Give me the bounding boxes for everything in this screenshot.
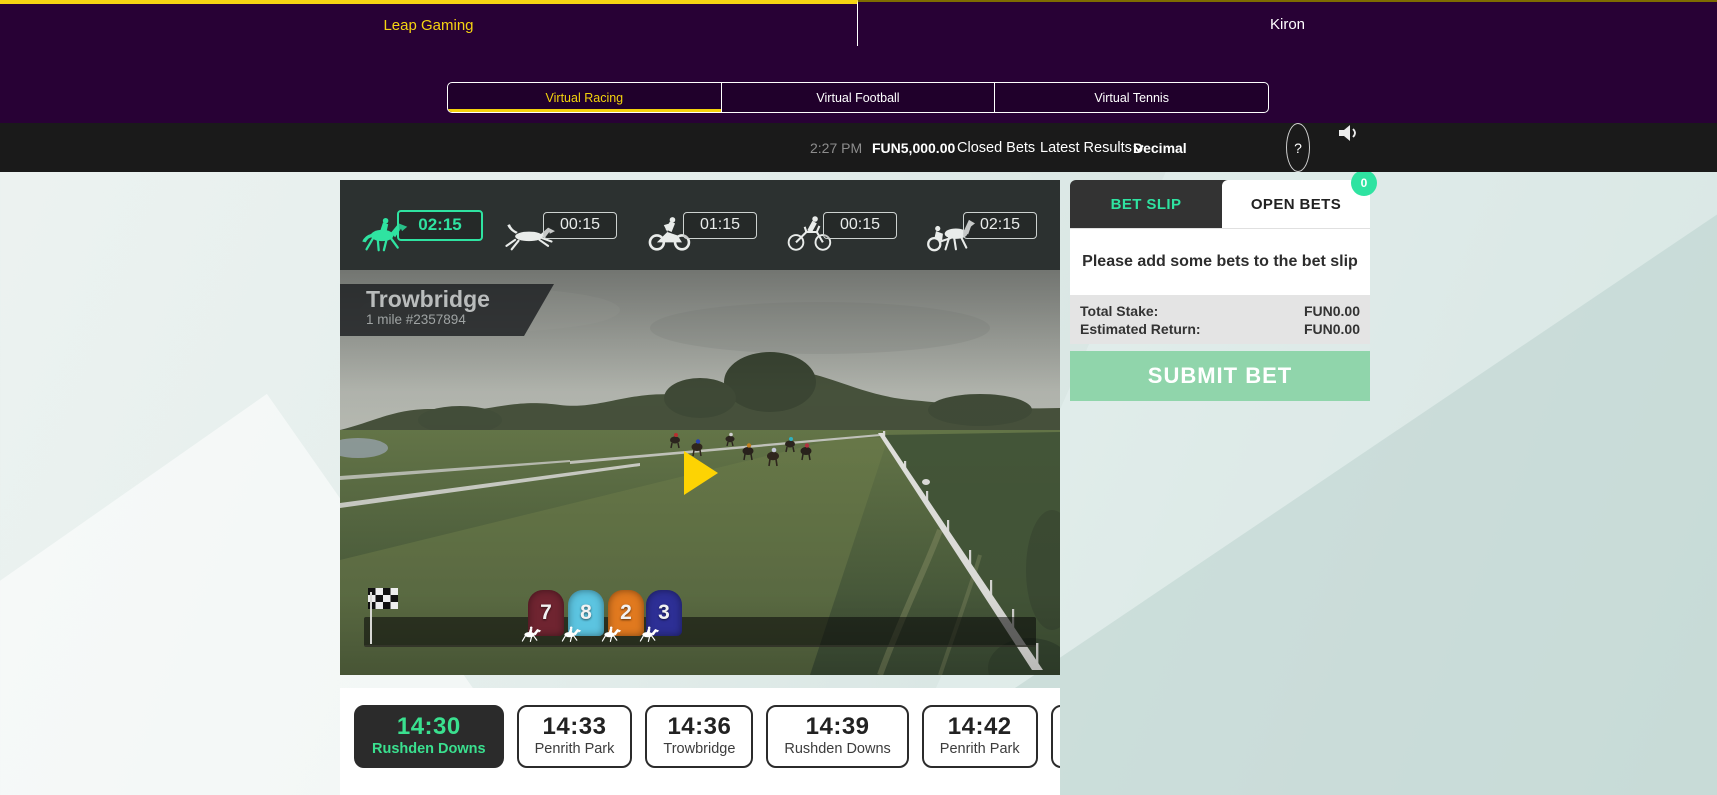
total-stake-value: FUN0.00 (1303, 303, 1360, 319)
video-player[interactable]: Trowbridge 1 mile #2357894 7 8 2 3 (340, 270, 1060, 675)
toolbar: 2:27 PM FUN5,000.00 Closed Bets Latest R… (0, 123, 1717, 172)
open-bets-count-badge: 0 (1351, 170, 1377, 196)
countdown: 02:15 (397, 209, 483, 241)
bet-slip-empty-message: Please add some bets to the bet slip (1070, 228, 1370, 295)
balance: FUN5,000.00 (872, 139, 956, 156)
tab-virtual-racing[interactable]: Virtual Racing (448, 83, 721, 112)
runner-number: 8 (580, 601, 592, 624)
runner-number: 2 (620, 601, 632, 624)
upcoming-races-strip: 14:30 Rushden Downs 14:33 Penrith Park 1… (340, 688, 1060, 795)
timer-speedway[interactable]: 01:15 (630, 198, 770, 252)
tab-virtual-football[interactable]: Virtual Football (720, 83, 995, 112)
race-time: 14:30 (396, 713, 461, 740)
tab-open-bets[interactable]: OPEN BETS (1222, 180, 1370, 228)
total-stake-label: Total Stake: (1080, 303, 1159, 319)
track-name: Trowbridge (366, 286, 490, 312)
race-button-14-45[interactable]: 14:45 Trowbridge (1050, 705, 1060, 768)
timer-greyhounds[interactable]: 00:15 (490, 198, 630, 252)
tab-label: Virtual Tennis (1094, 90, 1169, 105)
timer-cycling[interactable]: 00:15 (770, 198, 910, 252)
bet-slip-totals: Total Stake: FUN0.00 Estimated Return: F… (1070, 295, 1370, 344)
race-progress-strip (364, 617, 1036, 647)
submit-bet-button[interactable]: SUBMIT BET (1070, 351, 1370, 401)
countdown: 01:15 (683, 211, 757, 239)
latest-results-button[interactable]: Latest Results (1040, 123, 1132, 172)
countdown: 00:15 (823, 211, 897, 239)
bet-slip-panel: BET SLIP OPEN BETS 0 Please add some bet… (1070, 170, 1377, 401)
horse-jockey-icon (561, 626, 582, 642)
timer-harness-racing[interactable]: 02:15 (910, 198, 1050, 252)
tab-label: BET SLIP (1110, 195, 1182, 213)
finish-flag-icon (368, 588, 398, 644)
player-column: 02:15 00:15 01:15 00:15 02:15 Trowbridge… (340, 180, 1060, 795)
tab-bet-slip[interactable]: BET SLIP (1070, 180, 1222, 228)
horse-jockey-icon (521, 626, 542, 642)
race-time: 14:36 (667, 713, 732, 740)
race-track: Rushden Downs (784, 741, 891, 757)
closed-bets-button[interactable]: Closed Bets (957, 123, 1035, 172)
tab-label: Virtual Football (816, 90, 900, 105)
tab-label: OPEN BETS (1250, 195, 1342, 213)
race-track: Penrith Park (939, 741, 1020, 757)
race-track: Trowbridge (663, 741, 736, 757)
timer-horse-racing[interactable]: 02:15 (350, 198, 490, 252)
race-time: 14:39 (805, 713, 870, 740)
play-button[interactable] (684, 451, 718, 495)
runner-number: 3 (658, 601, 670, 624)
sport-tabs: Virtual Racing Virtual Football Virtual … (447, 82, 1269, 113)
horse-jockey-icon (639, 626, 660, 642)
estimated-return-label: Estimated Return: (1080, 321, 1201, 337)
provider-tab-leap-gaming[interactable]: Leap Gaming (0, 0, 858, 46)
race-info: 1 mile #2357894 (366, 312, 466, 327)
race-time: 14:42 (947, 713, 1012, 740)
provider-tab-kiron[interactable]: Kiron (858, 0, 1717, 46)
race-time: 14:33 (542, 713, 607, 740)
race-button-14-39[interactable]: 14:39 Rushden Downs (766, 705, 909, 768)
race-button-14-36[interactable]: 14:36 Trowbridge (645, 705, 754, 768)
app-header: Leap Gaming Kiron Virtual Racing Virtual… (0, 0, 1717, 123)
race-title-banner: Trowbridge 1 mile #2357894 (340, 284, 554, 336)
race-track: Rushden Downs (372, 741, 486, 757)
clock: 2:27 PM (810, 139, 863, 156)
sport-timer-bar: 02:15 00:15 01:15 00:15 02:15 (340, 180, 1060, 270)
horse-jockey-icon (601, 626, 622, 642)
odds-format-value: Decimal (1133, 139, 1187, 156)
race-button-14-42[interactable]: 14:42 Penrith Park (921, 705, 1038, 768)
sound-icon[interactable] (1337, 123, 1359, 143)
tab-virtual-tennis[interactable]: Virtual Tennis (994, 83, 1268, 112)
help-icon[interactable]: ? (1286, 123, 1310, 172)
provider-bar: Leap Gaming Kiron (0, 0, 1717, 46)
countdown: 00:15 (543, 211, 617, 239)
race-button-14-33[interactable]: 14:33 Penrith Park (516, 705, 633, 768)
provider-label: Leap Gaming (383, 16, 474, 34)
estimated-return-value: FUN0.00 (1303, 321, 1360, 337)
runner-silk-3: 3 (639, 590, 682, 642)
race-button-14-30[interactable]: 14:30 Rushden Downs (354, 705, 504, 768)
race-track: Penrith Park (534, 741, 615, 757)
provider-label: Kiron (1269, 15, 1306, 33)
bet-slip-tabs: BET SLIP OPEN BETS 0 (1070, 170, 1377, 228)
runner-number: 7 (540, 601, 552, 624)
countdown: 02:15 (963, 211, 1037, 239)
tab-label: Virtual Racing (545, 90, 624, 105)
odds-format-dropdown[interactable]: Decimal (1133, 123, 1187, 172)
